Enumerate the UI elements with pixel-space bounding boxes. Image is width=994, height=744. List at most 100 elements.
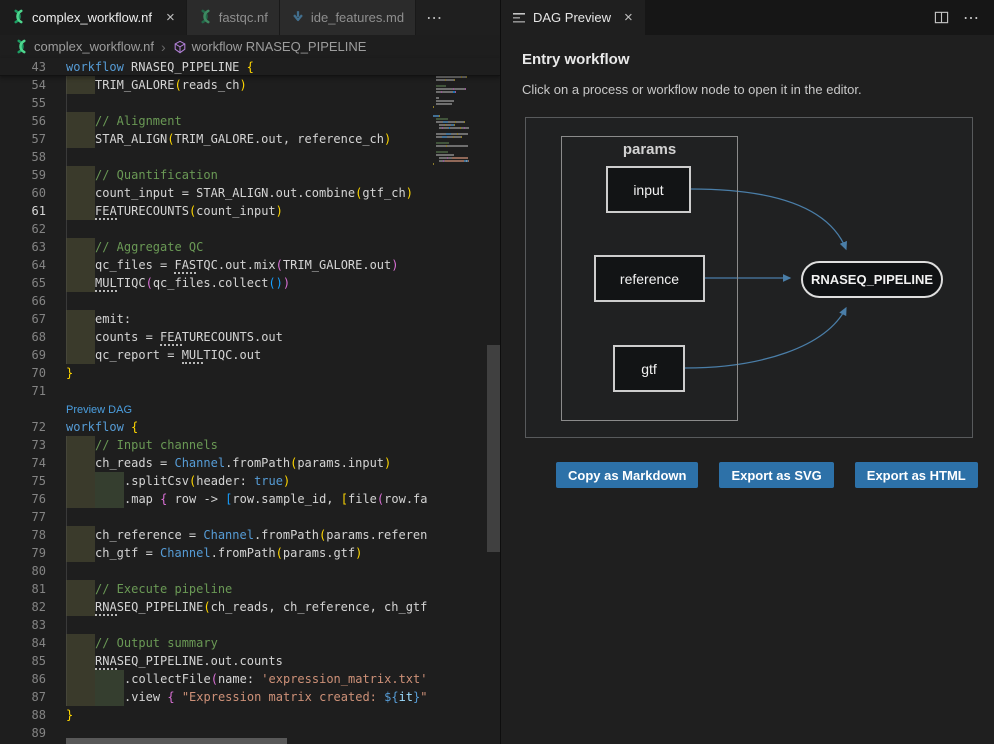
breadcrumb-symbol[interactable]: workflow RNASEQ_PIPELINE: [192, 39, 367, 54]
more-actions-icon[interactable]: ⋯: [963, 8, 980, 28]
horizontal-scrollbar[interactable]: [66, 738, 433, 744]
line-content: [66, 562, 433, 580]
code-line[interactable]: 72workflow {: [0, 418, 433, 436]
code-token: name:: [218, 672, 261, 686]
code-token: reads_ch: [182, 78, 240, 92]
gutter-pad: [46, 148, 66, 166]
code-line[interactable]: 60count_input = STAR_ALIGN.out.combine(g…: [0, 184, 433, 202]
vertical-scrollbar[interactable]: [487, 58, 500, 744]
codelens-row[interactable]: Preview DAG: [0, 400, 433, 418]
code-line[interactable]: 75.splitCsv(header: true): [0, 472, 433, 490]
code-line[interactable]: 55: [0, 94, 433, 112]
code-line[interactable]: 81// Execute pipeline: [0, 580, 433, 598]
code-text: workflow {: [66, 418, 138, 436]
code-line[interactable]: 64qc_files = FASTQC.out.mix(TRIM_GALORE.…: [0, 256, 433, 274]
code-line[interactable]: 85RNASEQ_PIPELINE.out.counts: [0, 652, 433, 670]
scrollbar-thumb[interactable]: [487, 345, 500, 552]
gutter-pad: [46, 112, 66, 130]
breadcrumb-separator-icon: ›: [159, 39, 168, 55]
code-line[interactable]: 73// Input channels: [0, 436, 433, 454]
code-line[interactable]: 78ch_reference = Channel.fromPath(params…: [0, 526, 433, 544]
code-line[interactable]: 68counts = FEATURECOUNTS.out: [0, 328, 433, 346]
split-editor-icon[interactable]: [934, 10, 949, 25]
close-icon[interactable]: ×: [624, 9, 633, 26]
code-line[interactable]: 65MULTIQC(qc_files.collect()): [0, 274, 433, 292]
gutter-pad: [46, 688, 66, 706]
code-token: FEA: [95, 204, 117, 220]
code-token: Channel: [203, 528, 254, 542]
tab-dag-preview[interactable]: DAG Preview ×: [501, 0, 645, 35]
code-line[interactable]: 76.map { row -> [row.sample_id, [file(ro…: [0, 490, 433, 508]
export-as-html-button[interactable]: Export as HTML: [855, 462, 978, 488]
tab-fastqc[interactable]: fastqc.nf: [187, 0, 280, 35]
minimap[interactable]: [433, 58, 487, 658]
code-text: .splitCsv(header: true): [66, 472, 290, 490]
code-token: true: [254, 474, 283, 488]
scrollbar-thumb[interactable]: [66, 738, 287, 744]
code-line[interactable]: 56// Alignment: [0, 112, 433, 130]
code-line[interactable]: 61FEATURECOUNTS(count_input): [0, 202, 433, 220]
gutter-pad: [46, 724, 66, 742]
breadcrumb-file[interactable]: complex_workflow.nf: [34, 39, 154, 54]
code-token: FAS: [174, 258, 196, 274]
code-line[interactable]: 58: [0, 148, 433, 166]
minimap-segment: [455, 91, 456, 93]
close-icon[interactable]: ×: [166, 10, 175, 25]
copy-as-markdown-button[interactable]: Copy as Markdown: [556, 462, 698, 488]
node-reference[interactable]: reference: [594, 255, 705, 302]
code-text: count_input = STAR_ALIGN.out.combine(gtf…: [66, 184, 413, 202]
code-text: RNASEQ_PIPELINE(ch_reads, ch_reference, …: [66, 598, 427, 616]
tab-ide-features[interactable]: ide_features.md: [280, 0, 416, 35]
minimap-segment: [436, 142, 449, 144]
minimap-segment: [468, 160, 469, 162]
editor-pane: complex_workflow.nf × fastqc.nf: [0, 0, 500, 744]
code-token: Channel: [174, 456, 225, 470]
code-line[interactable]: 59// Quantification: [0, 166, 433, 184]
code-token: TURECOUNTS.out: [182, 330, 283, 344]
code-token: // Quantification: [95, 168, 218, 182]
code-token: qc_report =: [95, 348, 182, 362]
code-line[interactable]: 63// Aggregate QC: [0, 238, 433, 256]
code-line[interactable]: 86.collectFile(name: 'expression_matrix.…: [0, 670, 433, 688]
code-line[interactable]: 82RNASEQ_PIPELINE(ch_reads, ch_reference…: [0, 598, 433, 616]
line-content: .collectFile(name: 'expression_matrix.tx…: [66, 670, 433, 688]
code-line[interactable]: 74ch_reads = Channel.fromPath(params.inp…: [0, 454, 433, 472]
code-line[interactable]: 57STAR_ALIGN(TRIM_GALORE.out, reference_…: [0, 130, 433, 148]
line-number: 62: [0, 220, 46, 238]
nextflow-icon: [198, 9, 213, 27]
line-content: }: [66, 364, 433, 382]
code-token: ch_reference =: [95, 528, 203, 542]
minimap-segment: [466, 76, 467, 78]
minimap-segment: [436, 103, 444, 105]
code-line[interactable]: 80: [0, 562, 433, 580]
node-input[interactable]: input: [606, 166, 691, 213]
code-line[interactable]: 87.view { "Expression matrix created: ${…: [0, 688, 433, 706]
export-as-svg-button[interactable]: Export as SVG: [719, 462, 833, 488]
more-tabs-icon[interactable]: ⋯: [416, 0, 453, 35]
code-line[interactable]: 66: [0, 292, 433, 310]
minimap-segment: [436, 133, 447, 135]
tab-complex-workflow[interactable]: complex_workflow.nf ×: [0, 0, 187, 35]
code-line[interactable]: 84// Output summary: [0, 634, 433, 652]
node-rnaseq-pipeline[interactable]: RNASEQ_PIPELINE: [801, 261, 943, 298]
line-content: Preview DAG: [66, 400, 433, 418]
code-editor[interactable]: 54TRIM_GALORE(reads_ch)5556// Alignment5…: [0, 76, 433, 743]
code-line[interactable]: 77: [0, 508, 433, 526]
gutter-pad: [46, 544, 66, 562]
code-line[interactable]: 79ch_gtf = Channel.fromPath(params.gtf): [0, 544, 433, 562]
minimap-segment: [461, 136, 462, 138]
code-line[interactable]: 71: [0, 382, 433, 400]
node-gtf[interactable]: gtf: [613, 345, 685, 392]
code-token: row.sample_id,: [232, 492, 340, 506]
code-line[interactable]: 88}: [0, 706, 433, 724]
code-line[interactable]: 54TRIM_GALORE(reads_ch): [0, 76, 433, 94]
code-line[interactable]: 69qc_report = MULTIQC.out: [0, 346, 433, 364]
code-line[interactable]: 70}: [0, 364, 433, 382]
code-line[interactable]: 62: [0, 220, 433, 238]
code-token: 'expression_matrix.txt': [261, 672, 427, 686]
code-line[interactable]: 67emit:: [0, 310, 433, 328]
code-line[interactable]: 83: [0, 616, 433, 634]
codelens-preview-dag[interactable]: Preview DAG: [66, 404, 132, 416]
sticky-scroll-line[interactable]: 43 workflow RNASEQ_PIPELINE {: [0, 58, 500, 76]
minimap-line: [433, 133, 487, 135]
